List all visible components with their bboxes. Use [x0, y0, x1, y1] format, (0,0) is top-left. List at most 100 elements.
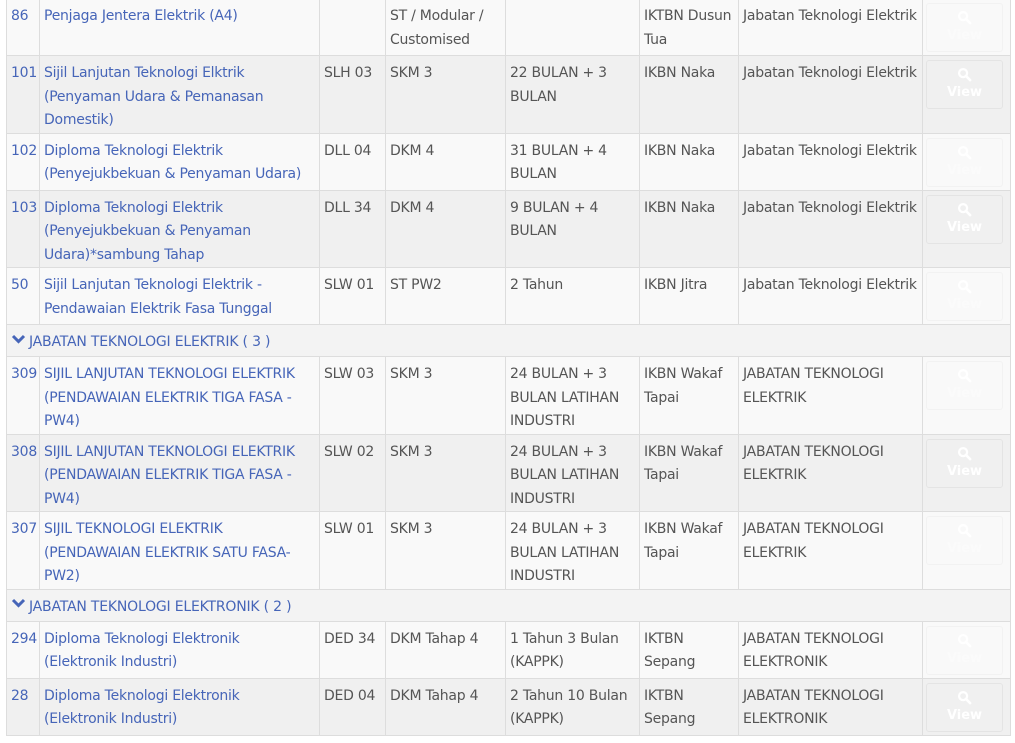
department-cell: Jabatan Teknologi Elektrik: [738, 0, 923, 56]
course-id-link[interactable]: 50: [11, 277, 29, 293]
course-table-body: 86 Penjaga Jentera Elektrik (A4) ST / Mo…: [6, 0, 1011, 736]
view-button[interactable]: View: [926, 516, 1003, 565]
course-code-cell: SLW 01: [319, 511, 386, 590]
institute-cell: IKBN Naka: [639, 189, 739, 268]
group-header-row[interactable]: JABATAN TEKNOLOGI ELEKTRIK ( 3 ): [6, 324, 1011, 357]
group-header-row[interactable]: JABATAN TEKNOLOGI ELEKTRONIK ( 2 ): [6, 588, 1011, 622]
group-header-label: JABATAN TEKNOLOGI ELEKTRONIK ( 2 ): [29, 598, 292, 615]
course-name-link[interactable]: Penjaga Jentera Elektrik (A4): [44, 8, 238, 24]
department-cell: JABATAN TEKNOLOGI ELEKTRIK: [738, 511, 923, 590]
chevron-down-icon: [11, 593, 26, 617]
view-button[interactable]: View: [926, 3, 1003, 52]
action-cell: View: [922, 356, 1011, 435]
institute-cell: IKBN Wakaf Tapai: [639, 433, 739, 512]
view-button[interactable]: View: [926, 272, 1003, 321]
course-code-cell: SLH 03: [319, 55, 386, 134]
course-name-link[interactable]: SIJIL LANJUTAN TEKNOLOGI ELEKTRIK (PENDA…: [44, 366, 295, 429]
action-cell: View: [922, 132, 1011, 191]
search-icon: [927, 362, 1002, 386]
view-button-label: View: [946, 297, 983, 312]
course-id-link[interactable]: 101: [11, 65, 37, 81]
course-name-link[interactable]: Diploma Teknologi Elektronik (Elektronik…: [44, 631, 240, 671]
view-button-label: View: [946, 162, 983, 178]
course-id-cell: 294: [6, 620, 40, 679]
course-code-cell: SLW 03: [319, 356, 386, 435]
course-level-cell: ST PW2: [385, 267, 506, 325]
course-code-cell: DED 04: [319, 677, 386, 736]
search-icon: [927, 684, 1002, 708]
group-header-cell: JABATAN TEKNOLOGI ELEKTRONIK ( 2 ): [6, 588, 1011, 622]
course-name-link[interactable]: SIJIL LANJUTAN TEKNOLOGI ELEKTRIK (PENDA…: [44, 444, 295, 507]
view-button[interactable]: View: [926, 361, 1003, 410]
search-icon: [927, 4, 1002, 28]
course-name-cell: Sijil Lanjutan Teknologi Elektrik - Pend…: [39, 267, 320, 325]
course-level-cell: DKM Tahap 4: [385, 620, 506, 679]
action-cell: View: [922, 0, 1011, 56]
view-button[interactable]: View: [926, 682, 1003, 732]
institute-cell: IKTBN Sepang: [639, 677, 739, 736]
course-name-cell: Penjaga Jentera Elektrik (A4): [39, 0, 320, 56]
course-code-cell: DLL 34: [319, 189, 386, 268]
course-duration-cell: 9 BULAN + 4 BULAN: [505, 189, 640, 268]
department-cell: Jabatan Teknologi Elektrik: [738, 55, 923, 134]
course-duration-cell: 31 BULAN + 4 BULAN: [505, 132, 640, 191]
course-id-cell: 308: [6, 433, 40, 512]
course-id-link[interactable]: 294: [11, 631, 37, 647]
view-button[interactable]: View: [926, 60, 1003, 109]
course-code-cell: [319, 0, 386, 56]
course-id-cell: 86: [6, 0, 40, 56]
course-id-link[interactable]: 308: [11, 444, 37, 460]
department-cell: JABATAN TEKNOLOGI ELEKTRIK: [738, 433, 923, 512]
course-code-cell: DED 34: [319, 620, 386, 679]
course-duration-cell: 24 BULAN + 3 BULAN LATIHAN INDUSTRI: [505, 511, 640, 590]
department-cell: Jabatan Teknologi Elektrik: [738, 267, 923, 325]
table-row: 28 Diploma Teknologi Elektronik (Elektro…: [6, 677, 1011, 736]
course-level-cell: SKM 3: [385, 511, 506, 590]
group-header-cell: JABATAN TEKNOLOGI ELEKTRIK ( 3 ): [6, 324, 1011, 357]
course-id-link[interactable]: 307: [11, 521, 37, 537]
course-id-link[interactable]: 102: [11, 143, 37, 159]
view-button-label: View: [946, 28, 983, 43]
institute-cell: IKTBN Sepang: [639, 620, 739, 679]
table-row: 308 SIJIL LANJUTAN TEKNOLOGI ELEKTRIK (P…: [6, 433, 1011, 512]
institute-cell: IKBN Naka: [639, 132, 739, 191]
table-row: 50 Sijil Lanjutan Teknologi Elektrik - P…: [6, 267, 1011, 325]
course-id-cell: 101: [6, 55, 40, 134]
course-id-cell: 103: [6, 189, 40, 268]
course-name-link[interactable]: Diploma Teknologi Elektrik (Penyejukbeku…: [44, 143, 301, 183]
table-row: 101 Sijil Lanjutan Teknologi Elktrik (Pe…: [6, 55, 1011, 134]
course-id-link[interactable]: 28: [11, 688, 29, 704]
course-name-cell: SIJIL LANJUTAN TEKNOLOGI ELEKTRIK (PENDA…: [39, 356, 320, 435]
search-icon: [927, 517, 1002, 541]
course-level-cell: SKM 3: [385, 433, 506, 512]
view-button[interactable]: View: [926, 137, 1003, 187]
action-cell: View: [922, 433, 1011, 512]
table-row: 103 Diploma Teknologi Elektrik (Penyejuk…: [6, 189, 1011, 268]
institute-cell: IKBN Wakaf Tapai: [639, 356, 739, 435]
course-name-link[interactable]: Sijil Lanjutan Teknologi Elektrik - Pend…: [44, 277, 272, 317]
course-name-link[interactable]: Diploma Teknologi Elektronik (Elektronik…: [44, 688, 240, 728]
view-button-label: View: [946, 463, 983, 479]
course-duration-cell: [505, 0, 640, 56]
course-duration-cell: 24 BULAN + 3 BULAN LATIHAN INDUSTRI: [505, 433, 640, 512]
view-button[interactable]: View: [926, 438, 1003, 488]
course-level-cell: DKM Tahap 4: [385, 677, 506, 736]
institute-cell: IKBN Naka: [639, 55, 739, 134]
course-name-cell: SIJIL LANJUTAN TEKNOLOGI ELEKTRIK (PENDA…: [39, 433, 320, 512]
course-name-link[interactable]: SIJIL TEKNOLOGI ELEKTRIK (PENDAWAIAN ELE…: [44, 521, 291, 584]
view-button[interactable]: View: [926, 625, 1003, 675]
course-id-link[interactable]: 309: [11, 366, 37, 382]
course-duration-cell: 22 BULAN + 3 BULAN: [505, 55, 640, 134]
course-id-link[interactable]: 86: [11, 8, 29, 24]
view-button-label: View: [946, 650, 983, 666]
institute-cell: IKBN Wakaf Tapai: [639, 511, 739, 590]
view-button-label: View: [946, 386, 983, 401]
course-name-cell: SIJIL TEKNOLOGI ELEKTRIK (PENDAWAIAN ELE…: [39, 511, 320, 590]
course-id-link[interactable]: 103: [11, 200, 37, 216]
course-name-cell: Diploma Teknologi Elektrik (Penyejukbeku…: [39, 132, 320, 191]
course-name-link[interactable]: Sijil Lanjutan Teknologi Elktrik (Penyam…: [44, 65, 264, 128]
view-button-label: View: [946, 707, 983, 723]
course-name-link[interactable]: Diploma Teknologi Elektrik (Penyejukbeku…: [44, 200, 251, 263]
view-button[interactable]: View: [926, 194, 1003, 244]
department-cell: Jabatan Teknologi Elektrik: [738, 189, 923, 268]
